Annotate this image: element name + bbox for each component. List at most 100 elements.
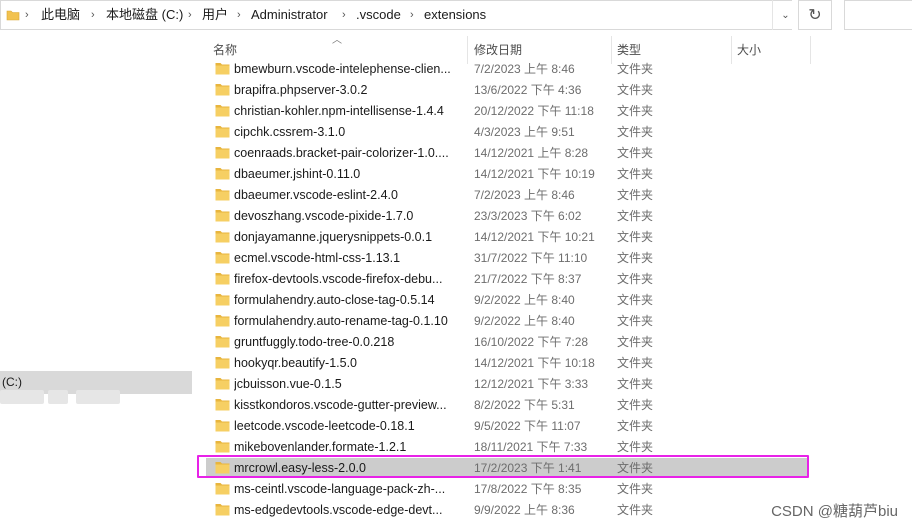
file-name[interactable]: kisstkondoros.vscode-gutter-preview... xyxy=(234,395,464,416)
watermark: CSDN @糖葫芦biu xyxy=(771,503,898,520)
breadcrumb-users[interactable]: 用户 xyxy=(202,1,228,29)
chevron-right-icon[interactable]: › xyxy=(188,1,192,29)
file-row[interactable]: devoszhang.vscode-pixide-1.7.0 23/3/2023 … xyxy=(0,206,912,227)
file-name[interactable]: formulahendry.auto-close-tag-0.5.14 xyxy=(234,290,464,311)
file-type: 文件夹 xyxy=(617,377,654,391)
file-row[interactable]: firefox-devtools.vscode-firefox-debu... 2… xyxy=(0,269,912,290)
annotation-highlight-box xyxy=(197,455,809,478)
file-row[interactable]: brapifra.phpserver-3.0.2 13/6/2022 下午 4:3… xyxy=(0,80,912,101)
file-name[interactable]: dbaeumer.vscode-eslint-2.4.0 xyxy=(234,185,464,206)
folder-icon xyxy=(215,84,230,96)
folder-icon xyxy=(215,273,230,285)
file-type: 文件夹 xyxy=(617,419,654,433)
folder-icon xyxy=(215,147,230,159)
refresh-button[interactable]: ↻ xyxy=(798,0,832,30)
file-name[interactable]: cipchk.cssrem-3.1.0 xyxy=(234,122,464,143)
file-row[interactable]: dbaeumer.vscode-eslint-2.4.0 7/2/2023 上午 … xyxy=(0,185,912,206)
breadcrumb-local-disk[interactable]: 本地磁盘 (C:) xyxy=(106,1,183,29)
file-name[interactable]: christian-kohler.npm-intellisense-1.4.4 xyxy=(234,101,464,122)
breadcrumb-extensions[interactable]: extensions xyxy=(424,1,486,29)
file-modified-date: 17/8/2022 下午 8:35 xyxy=(474,482,582,496)
folder-icon xyxy=(215,378,230,390)
chevron-right-icon[interactable]: › xyxy=(25,1,29,29)
file-type: 文件夹 xyxy=(617,482,654,496)
file-type: 文件夹 xyxy=(617,230,654,244)
chevron-down-icon: ⌄ xyxy=(781,9,790,21)
breadcrumb-administrator[interactable]: Administrator xyxy=(251,1,328,29)
chevron-right-icon[interactable]: › xyxy=(237,1,241,29)
sort-ascending-icon: ︿ xyxy=(332,35,342,46)
file-type: 文件夹 xyxy=(617,83,654,97)
chevron-right-icon[interactable]: › xyxy=(342,1,346,29)
folder-icon xyxy=(215,441,230,453)
file-modified-date: 4/3/2023 上午 9:51 xyxy=(474,125,575,139)
folder-icon xyxy=(215,399,230,411)
breadcrumb-this-pc[interactable]: 此电脑 xyxy=(41,1,80,29)
breadcrumb-vscode[interactable]: .vscode xyxy=(356,1,401,29)
file-modified-date: 9/2/2022 上午 8:40 xyxy=(474,314,575,328)
file-row[interactable]: gruntfuggly.todo-tree-0.0.218 16/10/2022 … xyxy=(0,332,912,353)
file-row[interactable]: kisstkondoros.vscode-gutter-preview... 8/… xyxy=(0,395,912,416)
file-row[interactable]: coenraads.bracket-pair-colorizer-1.0....… xyxy=(0,143,912,164)
file-name[interactable]: devoszhang.vscode-pixide-1.7.0 xyxy=(234,206,464,227)
file-type: 文件夹 xyxy=(617,146,654,160)
file-type: 文件夹 xyxy=(617,188,654,202)
folder-icon xyxy=(215,483,230,495)
file-name[interactable]: firefox-devtools.vscode-firefox-debu... xyxy=(234,269,464,290)
file-row[interactable]: hookyqr.beautify-1.5.0 14/12/2021 下午 10:1… xyxy=(0,353,912,374)
file-name[interactable]: coenraads.bracket-pair-colorizer-1.0.... xyxy=(234,143,464,164)
file-modified-date: 9/9/2022 上午 8:36 xyxy=(474,503,575,517)
file-row[interactable]: ms-ceintl.vscode-language-pack-zh-... 17/… xyxy=(0,479,912,500)
file-name[interactable]: leetcode.vscode-leetcode-0.18.1 xyxy=(234,416,464,437)
file-name[interactable]: donjayamanne.jquerysnippets-0.0.1 xyxy=(234,227,464,248)
file-type: 文件夹 xyxy=(617,167,654,181)
file-name[interactable]: ms-edgedevtools.vscode-edge-devt... xyxy=(234,500,464,521)
file-name[interactable]: formulahendry.auto-rename-tag-0.1.10 xyxy=(234,311,464,332)
file-name[interactable]: dbaeumer.jshint-0.11.0 xyxy=(234,164,464,185)
folder-icon xyxy=(215,336,230,348)
file-modified-date: 14/12/2021 下午 10:21 xyxy=(474,230,595,244)
folder-icon xyxy=(215,210,230,222)
folder-icon xyxy=(215,189,230,201)
file-modified-date: 14/12/2021 下午 10:18 xyxy=(474,356,595,370)
file-row[interactable]: dbaeumer.jshint-0.11.0 14/12/2021 下午 10:1… xyxy=(0,164,912,185)
file-modified-date: 23/3/2023 下午 6:02 xyxy=(474,209,582,223)
file-modified-date: 20/12/2022 下午 11:18 xyxy=(474,104,594,118)
search-input[interactable] xyxy=(844,0,912,30)
file-row[interactable]: jcbuisson.vue-0.1.5 12/12/2021 下午 3:33 文件夹 xyxy=(0,374,912,395)
file-name[interactable]: jcbuisson.vue-0.1.5 xyxy=(234,374,464,395)
chevron-right-icon[interactable]: › xyxy=(91,1,95,29)
file-row[interactable]: formulahendry.auto-rename-tag-0.1.10 9/2/… xyxy=(0,311,912,332)
file-name[interactable]: hookyqr.beautify-1.5.0 xyxy=(234,353,464,374)
file-row[interactable]: christian-kohler.npm-intellisense-1.4.4 2… xyxy=(0,101,912,122)
file-type: 文件夹 xyxy=(617,62,654,76)
file-modified-date: 7/2/2023 上午 8:46 xyxy=(474,62,575,76)
file-modified-date: 16/10/2022 下午 7:28 xyxy=(474,335,589,349)
file-modified-date: 21/7/2022 下午 8:37 xyxy=(474,272,582,286)
file-row[interactable]: bmewburn.vscode-intelephense-clien... 7/2… xyxy=(0,59,912,80)
file-row[interactable]: formulahendry.auto-close-tag-0.5.14 9/2/2… xyxy=(0,290,912,311)
folder-icon xyxy=(215,357,230,369)
file-row[interactable]: donjayamanne.jquerysnippets-0.0.1 14/12/2… xyxy=(0,227,912,248)
folder-icon xyxy=(215,504,230,516)
file-type: 文件夹 xyxy=(617,125,654,139)
file-name[interactable]: bmewburn.vscode-intelephense-clien... xyxy=(234,59,464,80)
file-row[interactable]: cipchk.cssrem-3.1.0 4/3/2023 上午 9:51 文件夹 xyxy=(0,122,912,143)
file-type: 文件夹 xyxy=(617,335,654,349)
file-type: 文件夹 xyxy=(617,272,654,286)
address-bar[interactable]: › 此电脑 › 本地磁盘 (C:) › 用户 › Administrator ›… xyxy=(0,0,792,30)
file-name[interactable]: gruntfuggly.todo-tree-0.0.218 xyxy=(234,332,464,353)
file-modified-date: 8/2/2022 下午 5:31 xyxy=(474,398,575,412)
file-type: 文件夹 xyxy=(617,104,654,118)
file-name[interactable]: ecmel.vscode-html-css-1.13.1 xyxy=(234,248,464,269)
file-name[interactable]: ms-ceintl.vscode-language-pack-zh-... xyxy=(234,479,464,500)
file-row[interactable]: leetcode.vscode-leetcode-0.18.1 9/5/2022 … xyxy=(0,416,912,437)
folder-icon xyxy=(215,420,230,432)
file-type: 文件夹 xyxy=(617,293,654,307)
file-name[interactable]: brapifra.phpserver-3.0.2 xyxy=(234,80,464,101)
file-modified-date: 14/12/2021 上午 8:28 xyxy=(474,146,589,160)
file-row[interactable]: ecmel.vscode-html-css-1.13.1 31/7/2022 下午… xyxy=(0,248,912,269)
file-modified-date: 13/6/2022 下午 4:36 xyxy=(474,83,582,97)
chevron-right-icon[interactable]: › xyxy=(410,1,414,29)
address-dropdown-button[interactable]: ⌄ xyxy=(772,0,798,30)
